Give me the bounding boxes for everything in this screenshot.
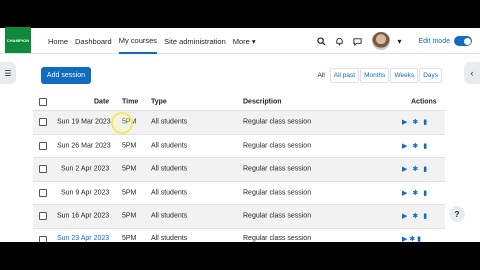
filter-weeks[interactable]: Weeks: [390, 68, 419, 83]
row-actions: ▶ ✱ ▮: [402, 142, 432, 150]
row-description: Regular class session: [243, 235, 312, 242]
trash-icon[interactable]: ▮: [423, 212, 427, 220]
filter-months[interactable]: Months: [360, 68, 390, 83]
row-time: 5PM: [122, 189, 137, 197]
nav-home[interactable]: Home: [48, 28, 68, 54]
gear-icon[interactable]: ✱: [412, 142, 418, 150]
row-date: Sun 19 Mar 2023: [57, 118, 111, 126]
row-date: Sun 9 Apr 2023: [61, 189, 110, 197]
list-icon: ☰: [4, 68, 12, 78]
row-date: Sun 26 Mar 2023: [57, 142, 111, 150]
primary-navigation: Home Dashboard My courses Site administr…: [48, 28, 263, 54]
help-button[interactable]: ?: [449, 206, 465, 222]
play-icon[interactable]: ▶: [402, 118, 407, 126]
sessions-table: Date Time Type Description Actions Sun 1…: [33, 94, 445, 229]
chevron-down-icon[interactable]: ▾: [392, 34, 406, 48]
header-type[interactable]: Type: [151, 99, 167, 106]
filter-all[interactable]: All: [314, 68, 329, 83]
row-checkbox[interactable]: [39, 118, 47, 127]
row-description: Regular class session: [243, 189, 312, 197]
navbar: Home Dashboard My courses Site administr…: [0, 28, 480, 54]
row-type: All students: [151, 212, 188, 220]
play-icon[interactable]: ▶: [402, 142, 407, 150]
row-description: Regular class session: [243, 118, 312, 126]
row-type: All students: [151, 165, 188, 173]
row-type: All students: [151, 118, 188, 126]
row-checkbox[interactable]: [39, 188, 47, 197]
row-checkbox[interactable]: [39, 165, 47, 174]
search-icon[interactable]: [314, 34, 328, 48]
navbar-right: ▾ Edit mode: [314, 28, 480, 54]
row-description: Regular class session: [243, 165, 312, 173]
edit-mode-toggle[interactable]: [454, 36, 472, 46]
gear-icon[interactable]: ✱: [412, 212, 418, 220]
row-date: Sun 16 Apr 2023: [57, 212, 110, 220]
filter-days[interactable]: Days: [419, 68, 442, 83]
trash-icon[interactable]: ▮: [423, 118, 427, 126]
filter-all-past[interactable]: All past: [329, 68, 360, 83]
play-icon[interactable]: ▶: [402, 189, 407, 197]
nav-my-courses[interactable]: My courses: [118, 28, 158, 54]
trash-icon[interactable]: ▮: [423, 189, 427, 197]
row-description: Regular class session: [243, 212, 312, 220]
chat-icon[interactable]: [350, 34, 364, 48]
add-session-button[interactable]: Add session: [41, 67, 91, 84]
table-row: Sun 26 Mar 2023 5PM All students Regular…: [33, 135, 445, 158]
nav-more[interactable]: More ▾: [233, 28, 256, 54]
bottom-black-bar: [0, 242, 480, 270]
header-description: Description: [243, 98, 282, 106]
chevron-left-icon: ‹: [470, 68, 474, 78]
select-all-checkbox[interactable]: [39, 98, 47, 106]
nav-dashboard[interactable]: Dashboard: [75, 28, 112, 54]
header-actions: Actions: [411, 98, 437, 106]
cursor-highlight: [111, 112, 133, 134]
gear-icon[interactable]: ✱: [412, 118, 418, 126]
trash-icon[interactable]: ▮: [423, 165, 427, 173]
row-time: 5PM: [122, 142, 137, 150]
table-row: Sun 16 Apr 2023 5PM All students Regular…: [33, 205, 445, 229]
row-actions: ▶ ✱ ▮: [402, 118, 432, 126]
trash-icon[interactable]: ▮: [423, 142, 427, 150]
open-course-index-button[interactable]: ☰: [0, 62, 16, 84]
table-row: Sun 2 Apr 2023 5PM All students Regular …: [33, 158, 445, 182]
row-actions: ▶ ✱ ▮: [402, 189, 432, 197]
row-time: 5PM: [122, 212, 137, 220]
user-avatar[interactable]: [372, 32, 391, 50]
row-checkbox[interactable]: [39, 212, 47, 221]
row-type: All students: [151, 142, 188, 150]
gear-icon[interactable]: ✱: [412, 165, 418, 173]
site-logo[interactable]: CHAMPION: [5, 27, 31, 53]
row-actions: ▶ ✱ ▮: [402, 235, 421, 242]
table-header: Date Time Type Description Actions: [33, 94, 445, 111]
row-checkbox[interactable]: [39, 141, 47, 150]
open-block-drawer-button[interactable]: ‹: [464, 62, 480, 84]
edit-mode-label: Edit mode: [418, 37, 450, 45]
table-row: Sun 9 Apr 2023 5PM All students Regular …: [33, 182, 445, 205]
view-filters: All All past Months Weeks Days: [313, 68, 442, 83]
row-description: Regular class session: [243, 142, 312, 150]
header-date[interactable]: Date: [94, 99, 109, 106]
row-type: All students: [151, 189, 188, 197]
play-icon[interactable]: ▶: [402, 165, 407, 173]
bell-icon[interactable]: [332, 34, 346, 48]
nav-site-administration[interactable]: Site administration: [164, 28, 226, 54]
header-time[interactable]: Time: [122, 99, 138, 106]
gear-icon[interactable]: ✱: [412, 189, 418, 197]
row-actions: ▶ ✱ ▮: [402, 212, 432, 220]
row-date: Sun 2 Apr 2023: [61, 165, 110, 173]
row-type: All students: [151, 235, 188, 242]
row-date: Sun 23 Apr 2023: [57, 235, 110, 242]
play-icon[interactable]: ▶: [402, 212, 407, 220]
row-time: 5PM: [122, 235, 137, 242]
table-row-partial: Sun 23 Apr 2023 5PM All students Regular…: [33, 234, 445, 242]
top-black-bar: [0, 0, 480, 28]
row-time: 5PM: [122, 165, 137, 173]
row-actions: ▶ ✱ ▮: [402, 165, 432, 173]
table-row: Sun 19 Mar 2023 5PM All students Regular…: [33, 111, 445, 135]
